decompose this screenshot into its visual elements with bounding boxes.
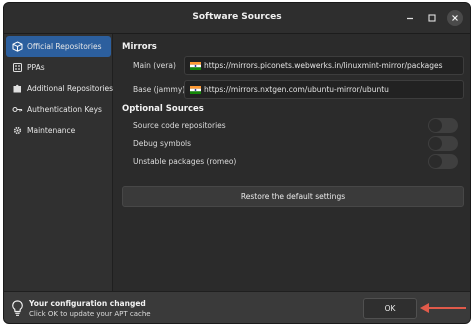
optional-sources-heading: Optional Sources	[122, 104, 204, 114]
red-arrow-icon	[420, 303, 466, 313]
source-code-label: Source code repositories	[133, 121, 226, 130]
minimize-button[interactable]	[402, 10, 418, 26]
sidebar-item-ppas[interactable]: PPAs	[6, 57, 111, 78]
toggle-knob	[429, 137, 442, 150]
info-message: Click OK to update your APT cache	[29, 310, 151, 318]
info-title: Your configuration changed	[29, 299, 146, 308]
sidebar-item-official-repositories[interactable]: Official Repositories	[6, 36, 111, 57]
package-icon	[12, 41, 23, 52]
unstable-packages-label: Unstable packages (romeo)	[133, 157, 237, 166]
sidebar-item-additional-repositories[interactable]: Additional Repositories	[6, 78, 114, 99]
gear-icon	[13, 126, 22, 135]
sidebar-item-label: Official Repositories	[27, 42, 102, 51]
debug-symbols-label: Debug symbols	[133, 139, 192, 148]
minimize-icon	[407, 17, 413, 20]
unstable-packages-toggle[interactable]	[428, 154, 458, 169]
sidebar-item-label: Additional Repositories	[27, 84, 114, 93]
sidebar-item-maintenance[interactable]: Maintenance	[6, 120, 111, 141]
sidebar-item-label: Authentication Keys	[27, 105, 102, 114]
key-icon	[12, 106, 23, 113]
sidebar-item-label: Maintenance	[27, 126, 76, 135]
maximize-icon	[428, 14, 436, 22]
software-sources-window: Software Sources Official Repositories P…	[3, 2, 471, 324]
main-mirror-button[interactable]: https://mirrors.piconets.webwerks.in/lin…	[184, 56, 464, 75]
sidebar: Official Repositories PPAs Additional Re…	[4, 34, 113, 291]
info-bar: Your configuration changed Click OK to u…	[4, 291, 470, 323]
sidebar-item-authentication-keys[interactable]: Authentication Keys	[6, 99, 111, 120]
main-mirror-label: Main (vera)	[133, 61, 176, 70]
toggle-knob	[429, 119, 442, 132]
base-mirror-button[interactable]: https://mirrors.nxtgen.com/ubuntu-mirror…	[184, 80, 464, 99]
restore-defaults-button[interactable]: Restore the default settings	[122, 186, 464, 207]
lightbulb-icon	[12, 300, 23, 316]
puzzle-icon	[13, 84, 21, 93]
source-code-toggle[interactable]	[428, 118, 458, 133]
base-mirror-label: Base (jammy)	[133, 85, 186, 94]
title-bar[interactable]: Software Sources	[4, 3, 470, 34]
debug-symbols-toggle[interactable]	[428, 136, 458, 151]
sidebar-item-label: PPAs	[27, 63, 45, 72]
toggle-knob	[429, 155, 442, 168]
ok-button[interactable]: OK	[363, 298, 417, 319]
close-button[interactable]	[447, 10, 463, 26]
mirrors-heading: Mirrors	[122, 42, 157, 52]
india-flag-icon	[190, 62, 201, 70]
ppa-icon	[13, 63, 22, 72]
window-title: Software Sources	[192, 12, 282, 22]
maximize-button[interactable]	[424, 10, 440, 26]
base-mirror-url: https://mirrors.nxtgen.com/ubuntu-mirror…	[204, 85, 389, 94]
india-flag-icon	[190, 86, 201, 94]
close-icon	[452, 15, 458, 21]
main-panel: Mirrors Main (vera) https://mirrors.pico…	[114, 34, 470, 291]
main-mirror-url: https://mirrors.piconets.webwerks.in/lin…	[204, 61, 443, 70]
